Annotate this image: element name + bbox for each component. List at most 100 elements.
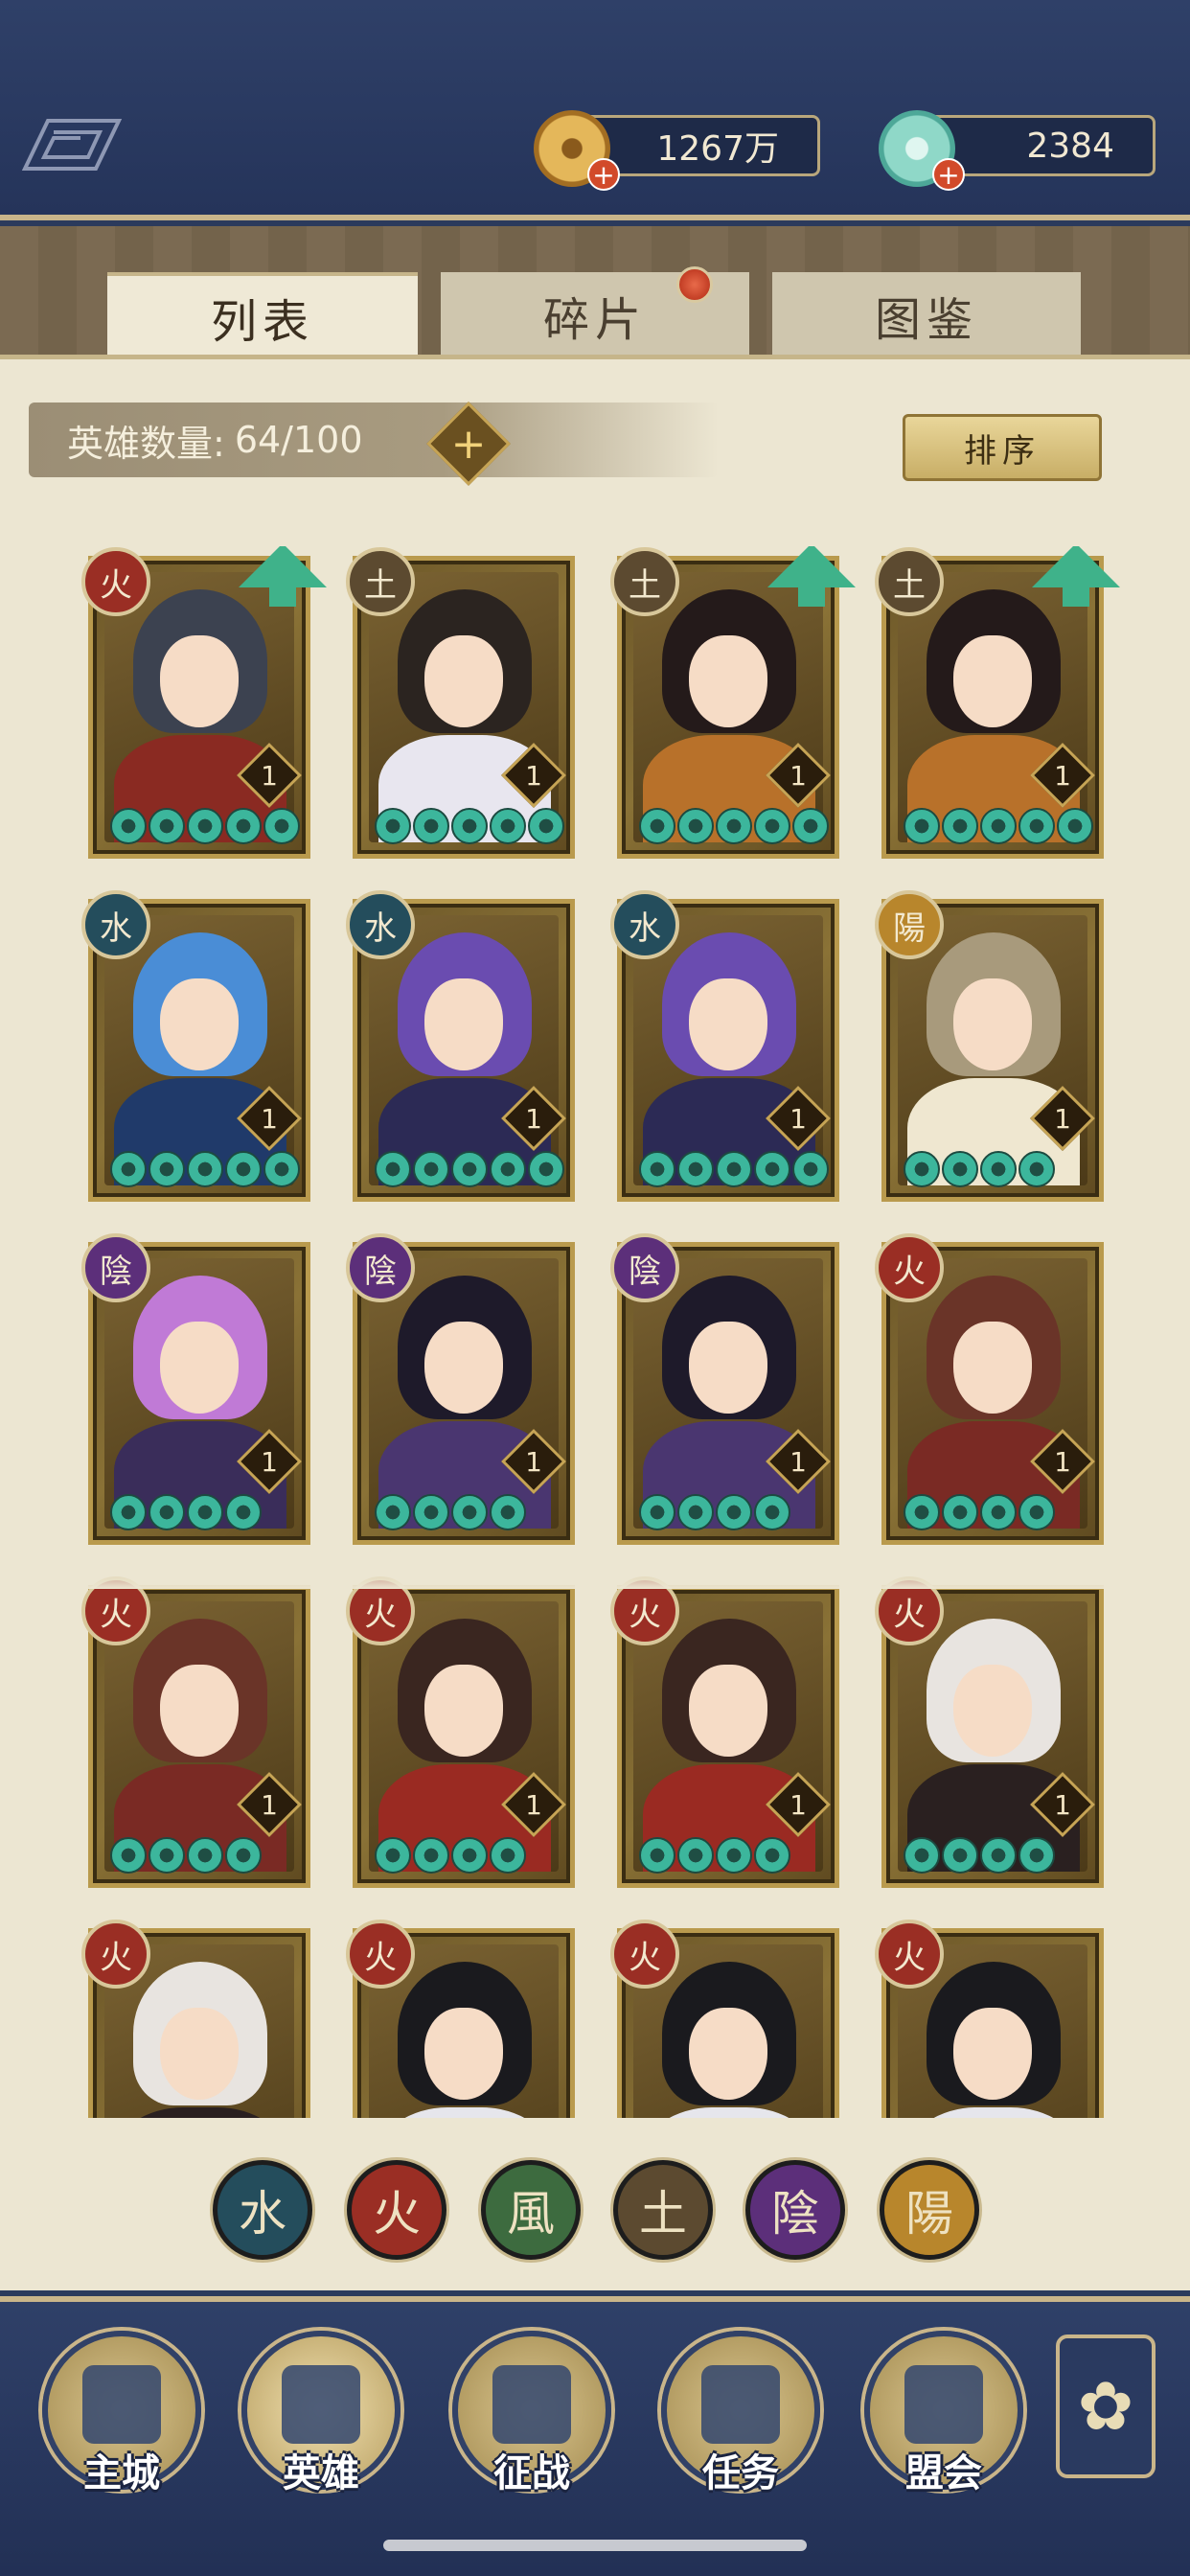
star-rating <box>110 1494 262 1532</box>
upgrade-arrow-icon <box>1032 546 1120 607</box>
star-rating <box>639 1837 790 1875</box>
element-filter-button[interactable]: 陽 <box>880 2160 979 2260</box>
jade-star-icon <box>1018 1151 1055 1187</box>
element-badge: 水 <box>610 890 679 959</box>
jade-star-icon <box>375 1151 411 1187</box>
tab-fragments[interactable]: 碎片 <box>441 266 749 358</box>
hero-card[interactable]: 火1 <box>875 1576 1104 1888</box>
jade-star-icon <box>716 1837 752 1874</box>
hero-card[interactable]: 土1 <box>610 546 856 859</box>
nav-icon <box>701 2365 780 2444</box>
hero-card[interactable]: 火1 <box>81 1576 310 1888</box>
jade-star-icon <box>413 1151 449 1187</box>
jade-value: 2384 <box>1026 126 1114 166</box>
hero-outfit <box>378 2107 551 2118</box>
hero-card[interactable]: 陽1 <box>875 890 1104 1202</box>
star-rating <box>904 1837 1055 1875</box>
flower-icon: ✿ <box>1077 2367 1134 2446</box>
hero-card[interactable]: 火 <box>610 1920 839 2118</box>
hero-card[interactable]: 陰1 <box>346 1233 575 1545</box>
nav-label: 英雄 <box>283 2451 359 2496</box>
hero-card[interactable]: 火1 <box>610 1576 839 1888</box>
jade-star-icon <box>904 1494 940 1530</box>
hero-card[interactable]: 火1 <box>346 1576 575 1888</box>
element-badge: 陽 <box>875 890 944 959</box>
hero-card[interactable]: 火1 <box>875 1233 1104 1545</box>
element-filter-button[interactable]: 風 <box>481 2160 581 2260</box>
jade-star-icon <box>904 1151 940 1187</box>
star-rating <box>904 808 1093 846</box>
hero-card[interactable]: 陰1 <box>81 1233 310 1545</box>
jade-star-icon <box>754 808 790 844</box>
coin-value: 1267万 <box>656 129 779 169</box>
hero-card[interactable]: 水1 <box>610 890 839 1202</box>
jade-star-icon <box>716 1151 752 1187</box>
jade-star-icon <box>187 1151 223 1187</box>
nav-icon <box>282 2365 360 2444</box>
nav-button[interactable]: 任务 <box>661 2331 820 2496</box>
level-value: 1 <box>1054 1445 1071 1478</box>
element-badge: 土 <box>610 547 679 616</box>
jade-star-icon <box>110 1837 147 1874</box>
more-menu-button[interactable]: ✿ <box>1056 2334 1156 2478</box>
jade-star-icon <box>110 1151 147 1187</box>
hero-face <box>953 1665 1032 1757</box>
star-rating <box>375 1151 564 1189</box>
star-rating <box>904 1151 1055 1189</box>
element-filter-button[interactable]: 土 <box>613 2160 713 2260</box>
hero-card[interactable]: 火1 <box>81 546 327 859</box>
add-coin-button[interactable]: + <box>587 158 620 191</box>
hero-card[interactable]: 土1 <box>875 546 1120 859</box>
hero-card[interactable]: 水1 <box>81 890 310 1202</box>
hero-card[interactable]: 火 <box>81 1920 310 2118</box>
nav-button[interactable]: 盟会 <box>864 2331 1023 2496</box>
tab-fragments-label: 碎片 <box>542 293 647 347</box>
element-filter-button[interactable]: 陰 <box>745 2160 845 2260</box>
jade-star-icon <box>225 808 262 844</box>
level-value: 1 <box>1054 1788 1071 1821</box>
hero-outfit <box>907 2107 1080 2118</box>
sort-button[interactable]: 排序 <box>903 414 1102 481</box>
level-value: 1 <box>525 1445 542 1478</box>
jade-star-icon <box>677 1494 714 1530</box>
hero-card[interactable]: 土1 <box>346 547 575 859</box>
notification-dot <box>676 266 713 303</box>
element-filter-button[interactable]: 水 <box>213 2160 312 2260</box>
hero-face <box>689 1665 767 1757</box>
hero-face <box>160 978 239 1070</box>
level-value: 1 <box>261 759 278 792</box>
tab-list[interactable]: 列表 <box>107 272 418 358</box>
hero-face <box>424 1322 503 1414</box>
hero-card[interactable]: 火 <box>875 1920 1104 2118</box>
nav-label: 主城 <box>83 2451 160 2496</box>
jade-star-icon <box>528 808 564 844</box>
jade-star-icon <box>413 1837 449 1874</box>
level-value: 1 <box>1054 1102 1071 1135</box>
jade-star-icon <box>451 808 488 844</box>
jade-star-icon <box>677 808 714 844</box>
jade-star-icon <box>942 1151 978 1187</box>
jade-star-icon <box>110 808 147 844</box>
hero-card[interactable]: 陰1 <box>610 1233 839 1545</box>
hero-face <box>953 1322 1032 1414</box>
jade-star-icon <box>225 1151 262 1187</box>
jade-star-icon <box>149 1151 185 1187</box>
star-rating <box>639 1151 829 1189</box>
nav-button[interactable]: 征战 <box>452 2331 611 2496</box>
element-badge: 火 <box>875 1233 944 1302</box>
jade-star-icon <box>980 808 1017 844</box>
tab-codex[interactable]: 图鉴 <box>772 272 1081 358</box>
back-icon[interactable] <box>19 115 125 174</box>
nav-button[interactable]: 英雄 <box>241 2331 400 2496</box>
level-value: 1 <box>790 1102 807 1135</box>
nav-label: 任务 <box>702 2451 779 2496</box>
jade-star-icon <box>980 1837 1017 1874</box>
nav-button[interactable]: 主城 <box>42 2331 201 2496</box>
hero-card[interactable]: 水1 <box>346 890 575 1202</box>
jade-star-icon <box>942 1837 978 1874</box>
element-filter-button[interactable]: 火 <box>347 2160 446 2260</box>
plus-icon: + <box>450 419 487 469</box>
hero-face <box>953 978 1032 1070</box>
hero-card[interactable]: 火 <box>346 1920 575 2118</box>
add-jade-button[interactable]: + <box>932 158 965 191</box>
